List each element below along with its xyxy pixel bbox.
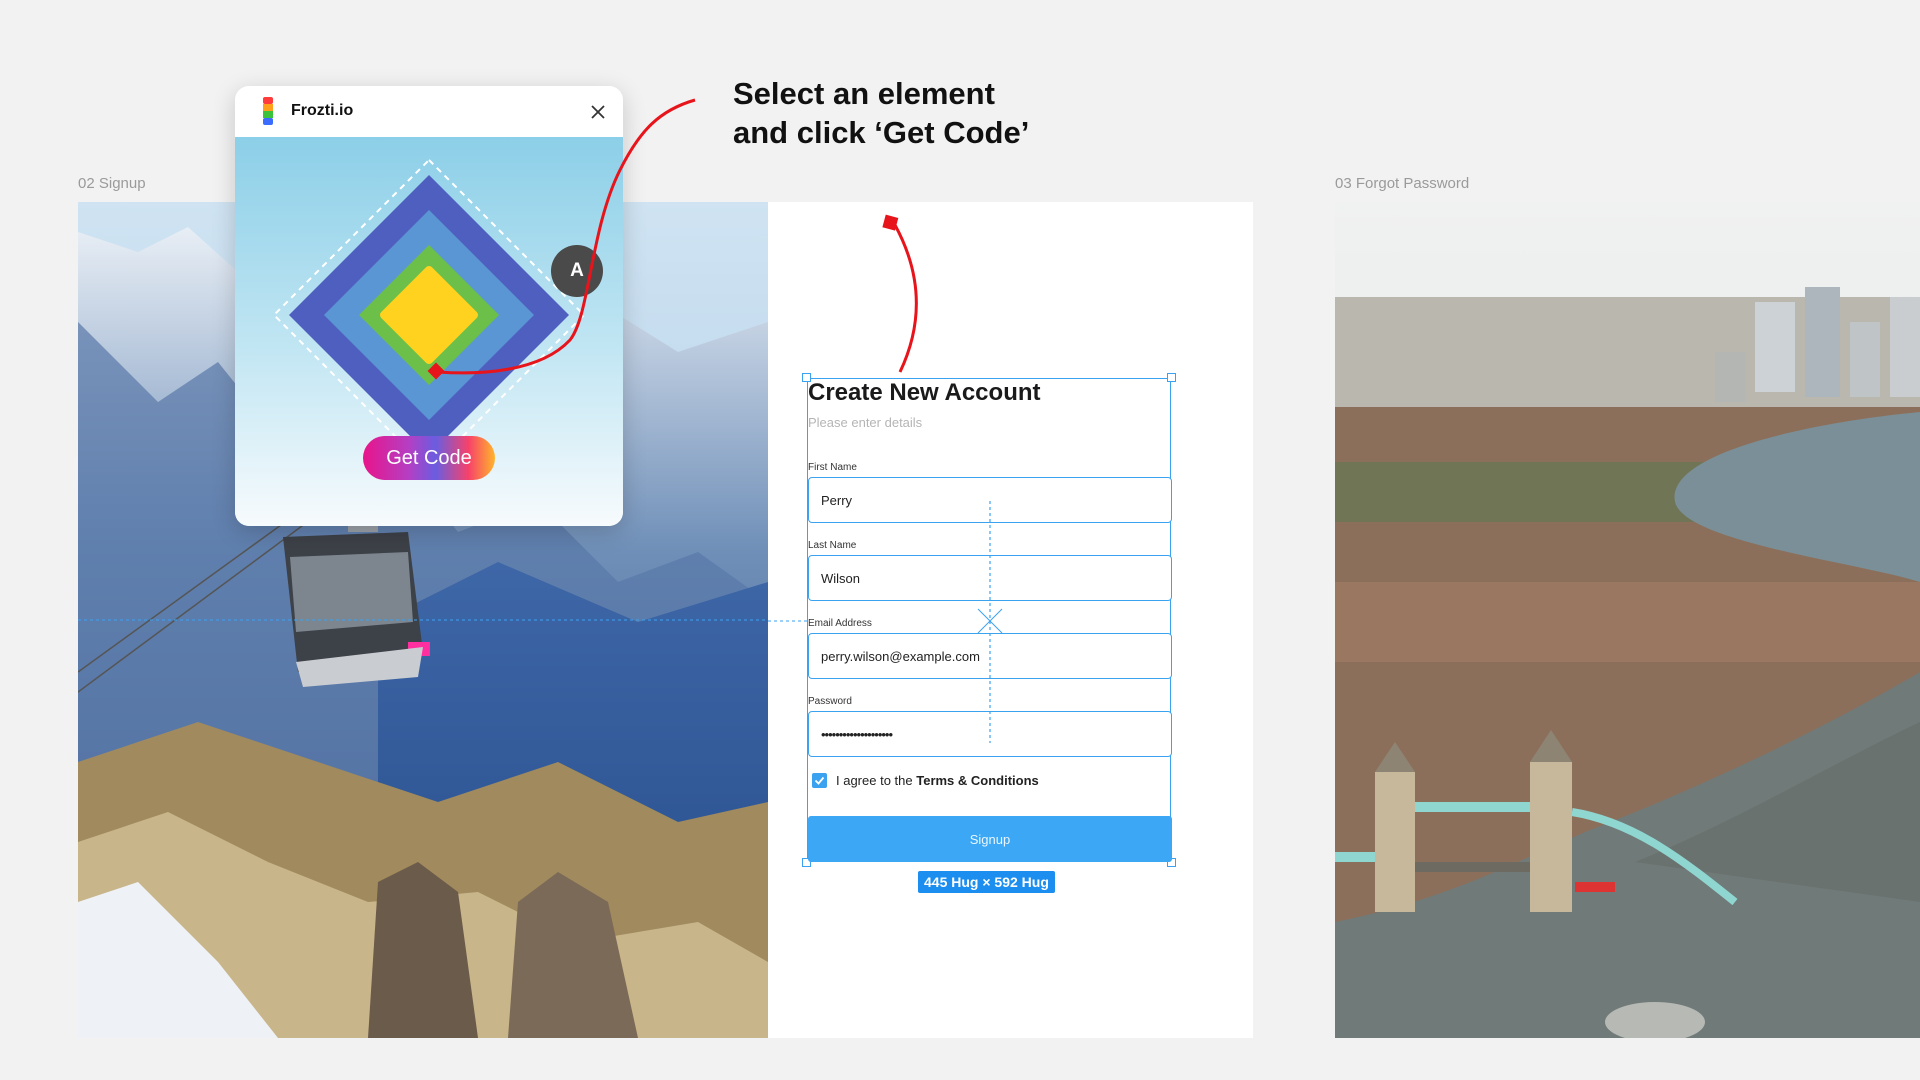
plugin-title: Frozti.io — [291, 102, 354, 119]
forgot-password-frame[interactable] — [1335, 202, 1920, 1038]
popup-header: Frozti.io — [235, 86, 623, 137]
popup-body: A Get Code — [235, 137, 623, 526]
signup-button[interactable]: Signup — [808, 816, 1172, 862]
terms-prefix: I agree to the — [836, 773, 917, 788]
signup-form[interactable]: Create New Account Please enter details … — [768, 373, 1176, 867]
nested-diamond-graphic — [272, 158, 586, 472]
terms-label: I agree to the Terms & Conditions — [836, 773, 1039, 788]
terms-link[interactable]: Terms & Conditions — [916, 773, 1039, 788]
frozti-logo-icon — [263, 97, 273, 125]
checkmark-icon — [814, 776, 825, 785]
close-icon[interactable] — [591, 105, 605, 119]
annotation-text: Select an element and click ‘Get Code’ — [733, 76, 1030, 150]
frame-label-forgot-password[interactable]: 03 Forgot Password — [1335, 175, 1469, 192]
london-city-image — [1335, 202, 1920, 1038]
spacing-guides — [768, 501, 1003, 743]
plugin-popup[interactable]: Frozti.io A Get Code — [235, 86, 623, 526]
get-code-button[interactable]: Get Code — [363, 436, 495, 480]
terms-checkbox[interactable] — [812, 773, 827, 788]
frame-label-signup[interactable]: 02 Signup — [78, 175, 146, 192]
avatar[interactable]: A — [551, 245, 603, 297]
size-badge: 445 Hug × 592 Hug — [918, 871, 1055, 893]
